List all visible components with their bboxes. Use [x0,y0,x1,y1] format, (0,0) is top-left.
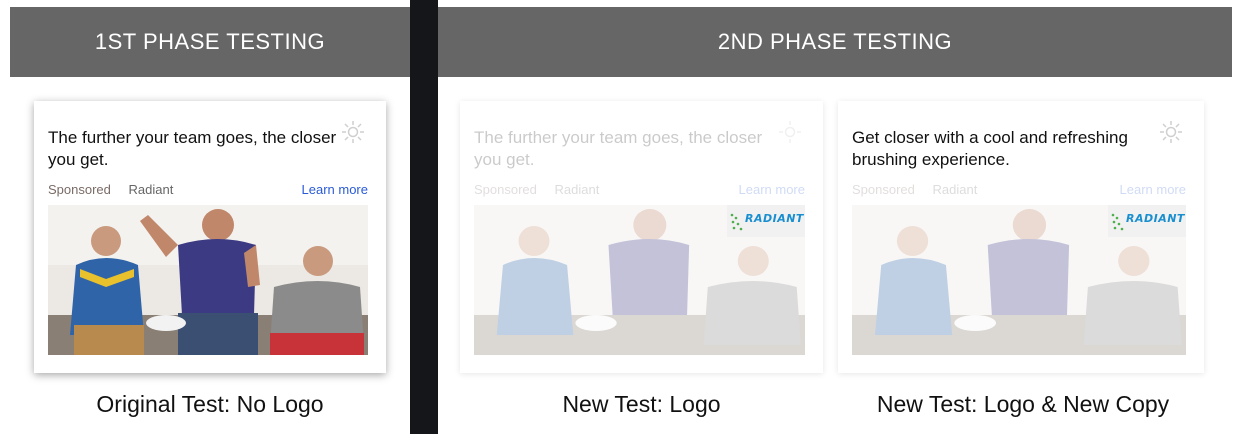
ad-headline: The further your team goes, the closer y… [48,128,337,169]
brand-label: Radiant [554,182,600,197]
caption-logo-new-copy: New Test: Logo & New Copy [876,391,1170,417]
ad-headline: Get closer with a cool and refreshing br… [852,128,1128,169]
comparison-graphic: 1ST PHASE TESTING The further your team … [0,0,1238,434]
ad-card-original[interactable]: The further your team goes, the closer y… [34,101,386,373]
sponsored-label: Sponsored [852,182,915,197]
sponsored-label: Sponsored [474,182,537,197]
phase-2-panel: 2ND PHASE TESTING The further your team … [438,7,1232,434]
sun-icon [1158,119,1184,145]
ad-card-logo[interactable]: The further your team goes, the closer y… [460,101,823,373]
ad-headline: The further your team goes, the closer y… [474,128,763,169]
caption-logo: New Test: Logo [562,391,721,417]
panel-divider [410,0,438,434]
sponsored-label: Sponsored [48,182,111,197]
ad-meta-row: Sponsored Radiant Learn more [474,181,805,199]
phase-1-header: 1ST PHASE TESTING [10,7,410,77]
ad-photo [48,205,368,355]
learn-more-link[interactable]: Learn more [302,181,368,199]
logo-wordmark: RADIANT [745,212,804,225]
brand-label: Radiant [128,182,174,197]
phase-1-panel: 1ST PHASE TESTING The further your team … [10,7,410,434]
brand-label: Radiant [932,182,978,197]
learn-more-link[interactable]: Learn more [1120,181,1186,199]
ad-meta-row: Sponsored Radiant Learn more [852,181,1186,199]
radiant-logo: RADIANT [727,205,805,237]
radiant-logo: RADIANT [1108,205,1186,237]
learn-more-link[interactable]: Learn more [739,181,805,199]
caption-original: Original Test: No Logo [96,391,324,417]
sun-icon [340,119,366,145]
phase-2-header: 2ND PHASE TESTING [438,7,1232,77]
ad-meta-row: Sponsored Radiant Learn more [48,181,368,199]
sun-icon [777,119,803,145]
logo-wordmark: RADIANT [1126,212,1185,225]
ad-card-logo-new-copy[interactable]: Get closer with a cool and refreshing br… [838,101,1204,373]
